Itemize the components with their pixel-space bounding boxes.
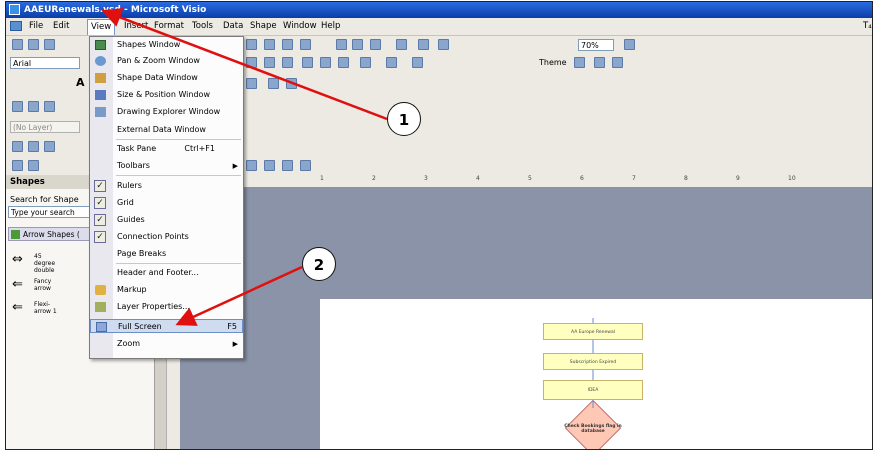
arrow-to-full-screen [175,265,303,326]
annotation-arrows [101,7,388,326]
callout-2: 2 [302,247,336,281]
visio-window: AAEURenewals.vsd - Microsoft Visio File … [5,1,873,450]
callout-1: 1 [387,102,421,136]
arrow-to-view-menu [101,7,388,121]
